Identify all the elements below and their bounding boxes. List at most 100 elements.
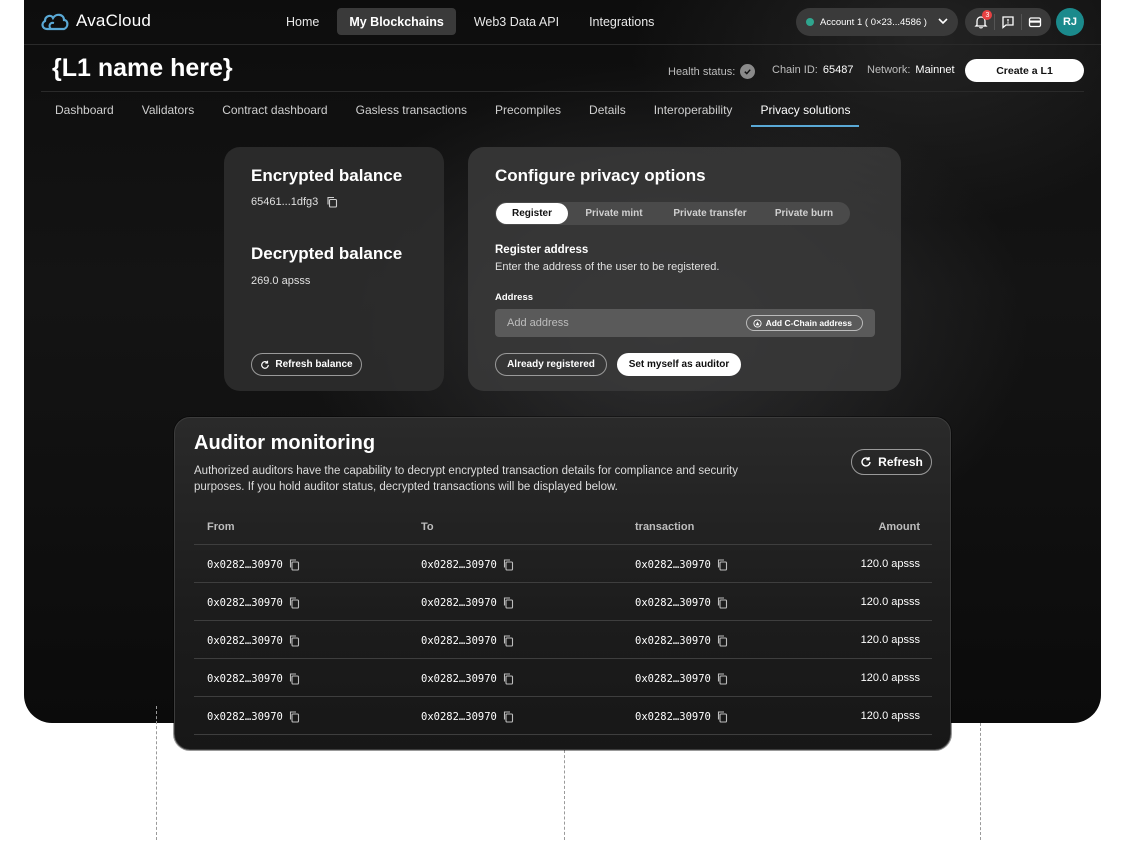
refresh-balance-button[interactable]: Refresh balance <box>251 353 362 376</box>
from-address-text: 0x0282…30970 <box>207 634 283 647</box>
copy-icon[interactable] <box>289 596 300 609</box>
table-row: 0x0282…30970 0x0282…30970 0x0282…30970 1… <box>194 583 932 621</box>
tab-precompiles[interactable]: Precompiles <box>495 103 561 127</box>
to-address: 0x0282…30970 <box>421 673 514 685</box>
from-address-text: 0x0282…30970 <box>207 672 283 685</box>
header-divider <box>24 44 1101 45</box>
decrypted-balance-value: 269.0 apsss <box>251 275 311 287</box>
copy-icon[interactable] <box>503 596 514 609</box>
set-myself-auditor-button[interactable]: Set myself as auditor <box>617 353 741 376</box>
title-divider <box>41 91 1084 92</box>
check-circle-icon <box>740 64 756 79</box>
tab-privacy-solutions[interactable]: Privacy solutions <box>751 103 860 127</box>
encrypted-balance-value: 65461...1dfg3 <box>251 196 319 208</box>
segment-register[interactable]: Register <box>496 203 568 224</box>
copy-icon[interactable] <box>717 710 728 723</box>
tab-contract-dashboard[interactable]: Contract dashboard <box>222 103 327 127</box>
auditor-monitoring-panel: Auditor monitoring Authorized auditors h… <box>174 417 951 750</box>
copy-icon[interactable] <box>503 710 514 723</box>
transaction-hash: 0x0282…30970 <box>635 635 728 647</box>
table-row: 0x0282…30970 0x0282…30970 0x0282…30970 1… <box>194 659 932 697</box>
transaction-hash-text: 0x0282…30970 <box>635 710 711 723</box>
column-header-transaction: transaction <box>635 521 695 533</box>
column-header-to: To <box>421 521 434 533</box>
chain-id-value: 65487 <box>822 64 854 76</box>
cloud-logo-icon <box>41 13 69 31</box>
copy-icon[interactable] <box>717 672 728 685</box>
segment-private-mint[interactable]: Private mint <box>568 203 660 224</box>
refresh-icon <box>261 360 270 369</box>
refresh-button[interactable]: Refresh <box>851 449 932 475</box>
copy-icon[interactable] <box>289 634 300 647</box>
account-selector[interactable]: Account 1 ( 0×23...4586 ) <box>796 8 958 36</box>
tab-interoperability[interactable]: Interoperability <box>654 103 733 127</box>
feedback-button[interactable] <box>996 10 1020 34</box>
network: Network: Mainnet <box>867 64 955 76</box>
tab-gasless-transactions[interactable]: Gasless transactions <box>356 103 467 127</box>
header-icon-group: 3 <box>965 8 1051 36</box>
account-status-dot <box>806 18 814 26</box>
copy-icon[interactable] <box>289 558 300 571</box>
transaction-hash-text: 0x0282…30970 <box>635 558 711 571</box>
health-status-label: Health status: <box>668 65 736 78</box>
add-cchain-address-button[interactable]: Add C-Chain address <box>745 315 863 331</box>
copy-icon[interactable] <box>503 634 514 647</box>
register-address-title: Register address <box>495 244 589 256</box>
already-registered-button[interactable]: Already registered <box>495 353 607 376</box>
decrypted-balance-title: Decrypted balance <box>251 244 403 263</box>
nav-my-blockchains[interactable]: My Blockchains <box>337 8 456 35</box>
table-row: 0x0282…30970 0x0282…30970 0x0282…30970 1… <box>194 697 932 735</box>
transaction-hash: 0x0282…30970 <box>635 673 728 685</box>
tab-dashboard[interactable]: Dashboard <box>55 103 114 127</box>
transaction-hash-text: 0x0282…30970 <box>635 596 711 609</box>
nav-web3-data-api[interactable]: Web3 Data API <box>462 8 571 35</box>
table-row: 0x0282…30970 0x0282…30970 0x0282…30970 1… <box>194 545 932 583</box>
copy-icon[interactable] <box>503 672 514 685</box>
from-address: 0x0282…30970 <box>207 559 300 571</box>
dashed-connector <box>564 750 565 840</box>
copy-icon[interactable] <box>326 196 338 208</box>
copy-icon[interactable] <box>717 596 728 609</box>
transaction-hash-text: 0x0282…30970 <box>635 634 711 647</box>
notifications-button[interactable]: 3 <box>969 10 993 34</box>
dashed-connector <box>156 706 157 840</box>
to-address-text: 0x0282…30970 <box>421 558 497 571</box>
encrypted-balance-title: Encrypted balance <box>251 166 403 185</box>
user-avatar[interactable]: RJ <box>1056 8 1084 36</box>
from-address: 0x0282…30970 <box>207 711 300 723</box>
nav-home[interactable]: Home <box>274 8 331 35</box>
address-input[interactable]: Add address Add C-Chain address <box>495 309 875 337</box>
amount: 120.0 apsss <box>860 709 920 722</box>
segment-private-burn[interactable]: Private burn <box>760 203 848 224</box>
avacloud-logo[interactable]: AvaCloud <box>40 10 151 32</box>
from-address-text: 0x0282…30970 <box>207 596 283 609</box>
copy-icon[interactable] <box>503 558 514 571</box>
amount: 120.0 apsss <box>860 557 920 570</box>
network-value: Mainnet <box>915 64 955 76</box>
transaction-hash: 0x0282…30970 <box>635 711 728 723</box>
register-address-description: Enter the address of the user to be regi… <box>495 261 720 273</box>
create-l1-button[interactable]: Create a L1 <box>965 59 1084 82</box>
health-status: Health status: <box>668 64 756 79</box>
auditor-monitoring-description: Authorized auditors have the capability … <box>194 465 738 493</box>
nav-integrations[interactable]: Integrations <box>577 8 666 35</box>
transaction-hash: 0x0282…30970 <box>635 597 728 609</box>
page-title: {L1 name here} <box>52 54 233 82</box>
amount: 120.0 apsss <box>860 671 920 684</box>
to-address-text: 0x0282…30970 <box>421 672 497 685</box>
copy-icon[interactable] <box>717 634 728 647</box>
copy-icon[interactable] <box>289 710 300 723</box>
account-label: Account 1 ( 0×23...4586 ) <box>820 16 927 28</box>
dashed-connector <box>980 723 981 840</box>
wallet-button[interactable] <box>1023 10 1047 34</box>
to-address-text: 0x0282…30970 <box>421 710 497 723</box>
tab-details[interactable]: Details <box>589 103 626 127</box>
copy-icon[interactable] <box>289 672 300 685</box>
copy-icon[interactable] <box>717 558 728 571</box>
tab-validators[interactable]: Validators <box>142 103 194 127</box>
column-header-from: From <box>207 521 235 533</box>
configure-privacy-card: Configure privacy options Register Priva… <box>468 147 901 391</box>
from-address: 0x0282…30970 <box>207 635 300 647</box>
segment-private-transfer[interactable]: Private transfer <box>660 203 760 224</box>
column-header-amount: Amount <box>878 521 920 533</box>
